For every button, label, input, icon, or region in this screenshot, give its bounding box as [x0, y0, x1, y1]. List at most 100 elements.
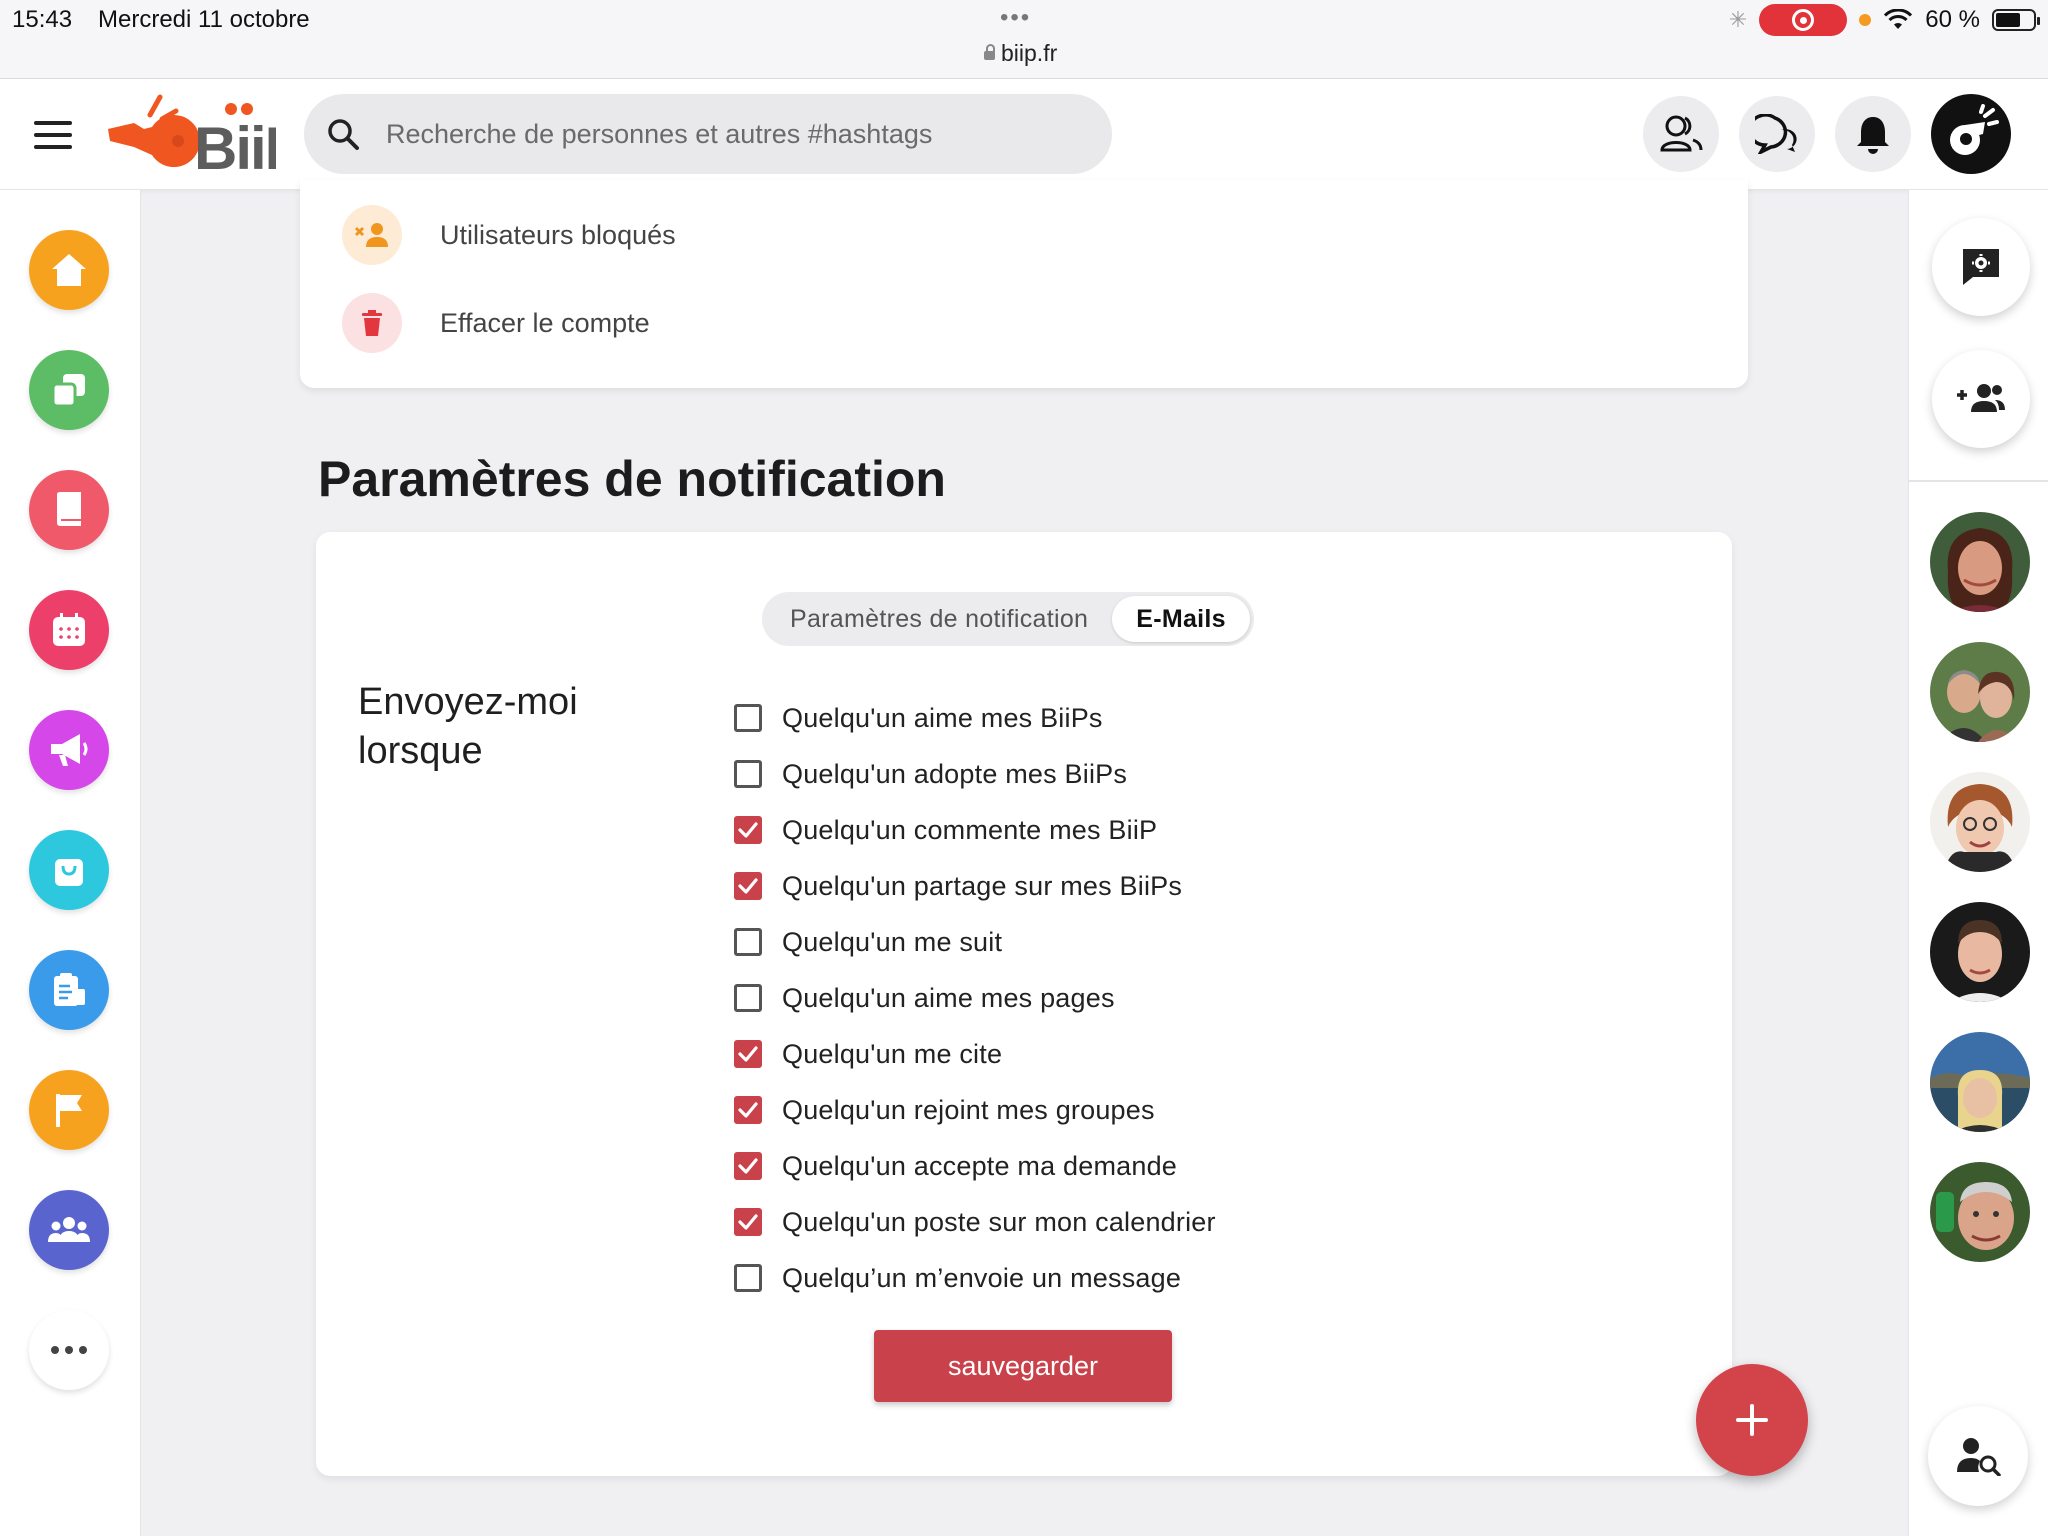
url-text: biip.fr: [1001, 40, 1058, 66]
menu-icon[interactable]: [34, 121, 72, 149]
flag-icon: [56, 1094, 82, 1127]
activity-spinner-icon: ✳: [1728, 7, 1748, 32]
add-friend-button[interactable]: [1932, 350, 2030, 448]
checkbox-checked[interactable]: [734, 1096, 762, 1124]
status-right: ✳ 60 %: [1728, 4, 2040, 36]
status-time: 15:43: [12, 6, 73, 33]
checkbox-checked[interactable]: [734, 1152, 762, 1180]
notification-option-label: Quelqu'un rejoint mes groupes: [782, 1094, 1155, 1125]
multitask-dots-icon[interactable]: •••: [1000, 4, 1031, 32]
app-header: BiiP: [0, 79, 2048, 189]
notification-option[interactable]: Quelqu'un poste sur mon calendrier: [734, 1202, 1216, 1242]
notification-option[interactable]: Quelqu'un aime mes BiiPs: [734, 698, 1103, 738]
notification-option[interactable]: Quelqu'un adopte mes BiiPs: [734, 754, 1127, 794]
notification-option[interactable]: Quelqu'un rejoint mes groupes: [734, 1090, 1155, 1130]
send-me-when-label: Envoyez-moi lorsque: [358, 681, 578, 772]
checkbox-checked[interactable]: [734, 872, 762, 900]
friend-photo-1: [1930, 512, 2030, 612]
mic-indicator-icon: [1859, 14, 1872, 26]
trash-icon: [342, 293, 402, 353]
nav-more[interactable]: [29, 1310, 109, 1390]
checkbox-checked[interactable]: [734, 1040, 762, 1068]
groups-icon: [48, 1217, 90, 1242]
notification-option[interactable]: Quelqu'un accepte ma demande: [734, 1146, 1177, 1186]
notification-option-label: Quelqu'un partage sur mes BiiPs: [782, 870, 1183, 901]
rail-divider: [1909, 480, 2048, 482]
notification-option[interactable]: Quelqu'un commente mes BiiP: [734, 810, 1157, 850]
nav-pages[interactable]: [29, 1070, 109, 1150]
nav-documents[interactable]: [29, 950, 109, 1030]
save-button[interactable]: sauvegarder: [874, 1330, 1172, 1402]
user-search-icon: [1957, 1438, 2001, 1476]
tab-notification-settings[interactable]: Paramètres de notification: [766, 596, 1112, 642]
messages-button[interactable]: [1739, 96, 1815, 172]
tab-emails[interactable]: E-Mails: [1112, 596, 1250, 642]
friend-avatar[interactable]: [1930, 772, 2030, 872]
nav-copy[interactable]: [29, 350, 109, 430]
check-icon: [738, 878, 758, 894]
friend-avatar[interactable]: [1930, 902, 2030, 1002]
delete-account-item[interactable]: Effacer le compte: [342, 293, 650, 353]
add-user-icon: [1957, 384, 2005, 412]
nav-shop[interactable]: [29, 830, 109, 910]
search-input[interactable]: [384, 117, 1088, 151]
friend-photo-6: [1930, 1162, 2030, 1262]
friend-photo-4: [1930, 902, 2030, 1002]
bell-icon: [1857, 117, 1889, 154]
notification-option-label: Quelqu'un me suit: [782, 926, 1003, 957]
friend-avatar[interactable]: [1930, 1032, 2030, 1132]
left-nav-rail: [0, 190, 141, 1536]
friend-avatar[interactable]: [1930, 1162, 2030, 1262]
chat-settings-button[interactable]: [1932, 218, 2030, 316]
chat-settings-icon: [1963, 249, 1999, 285]
screen-record-indicator[interactable]: [1759, 4, 1848, 36]
wifi-icon: [1884, 9, 1913, 29]
tab-bar: Paramètres de notification E-Mails: [762, 592, 1254, 646]
battery-icon: [1992, 9, 2040, 31]
search-bar[interactable]: [304, 94, 1112, 174]
checkbox-unchecked[interactable]: [734, 1264, 762, 1292]
nav-calendar[interactable]: [29, 590, 109, 670]
nav-bookmark[interactable]: [29, 470, 109, 550]
contacts-button[interactable]: [1643, 96, 1719, 172]
check-icon: [738, 1102, 758, 1118]
notification-option-label: Quelqu'un adopte mes BiiPs: [782, 758, 1128, 789]
status-date: Mercredi 11 octobre: [98, 6, 310, 33]
nav-groups[interactable]: [29, 1190, 109, 1270]
notification-option[interactable]: Quelqu'un me cite: [734, 1034, 1002, 1074]
checkbox-checked[interactable]: [734, 1208, 762, 1236]
profile-avatar[interactable]: [1931, 94, 2011, 174]
svg-text:BiiP: BiiP: [194, 115, 276, 175]
address-bar[interactable]: biip.fr: [984, 40, 1057, 67]
checkbox-unchecked[interactable]: [734, 760, 762, 788]
plus-icon: [1736, 1404, 1768, 1436]
biip-logo[interactable]: BiiP: [104, 93, 276, 175]
friend-avatar[interactable]: [1930, 512, 2030, 612]
notification-option[interactable]: Quelqu'un partage sur mes BiiPs: [734, 866, 1182, 906]
notification-option-label: Quelqu'un aime mes pages: [782, 982, 1115, 1013]
more-icon: [51, 1346, 87, 1354]
checkbox-checked[interactable]: [734, 816, 762, 844]
home-icon: [52, 254, 86, 286]
blocked-users-item[interactable]: Utilisateurs bloqués: [342, 205, 676, 265]
megaphone-icon: [51, 734, 88, 766]
friend-photo-2: [1930, 642, 2030, 742]
checkbox-unchecked[interactable]: [734, 984, 762, 1012]
notification-option[interactable]: Quelqu'un me suit: [734, 922, 1002, 962]
notification-option-label: Quelqu'un poste sur mon calendrier: [782, 1206, 1216, 1237]
friend-avatar[interactable]: [1930, 642, 2030, 742]
notification-option-label: Quelqu'un accepte ma demande: [782, 1150, 1178, 1181]
notification-option-label: Quelqu’un m’envoie un message: [782, 1262, 1182, 1293]
notification-option-label: Quelqu'un commente mes BiiP: [782, 814, 1158, 845]
nav-announcements[interactable]: [29, 710, 109, 790]
checkbox-unchecked[interactable]: [734, 928, 762, 956]
notification-option[interactable]: Quelqu'un aime mes pages: [734, 978, 1115, 1018]
contacts-icon: [1660, 115, 1703, 152]
nav-home[interactable]: [29, 230, 109, 310]
create-post-fab[interactable]: [1696, 1364, 1808, 1476]
find-people-button[interactable]: [1928, 1406, 2028, 1506]
notification-option[interactable]: Quelqu’un m’envoie un message: [734, 1258, 1181, 1298]
checkbox-unchecked[interactable]: [734, 704, 762, 732]
notifications-button[interactable]: [1835, 96, 1911, 172]
delete-account-label: Effacer le compte: [440, 307, 650, 338]
